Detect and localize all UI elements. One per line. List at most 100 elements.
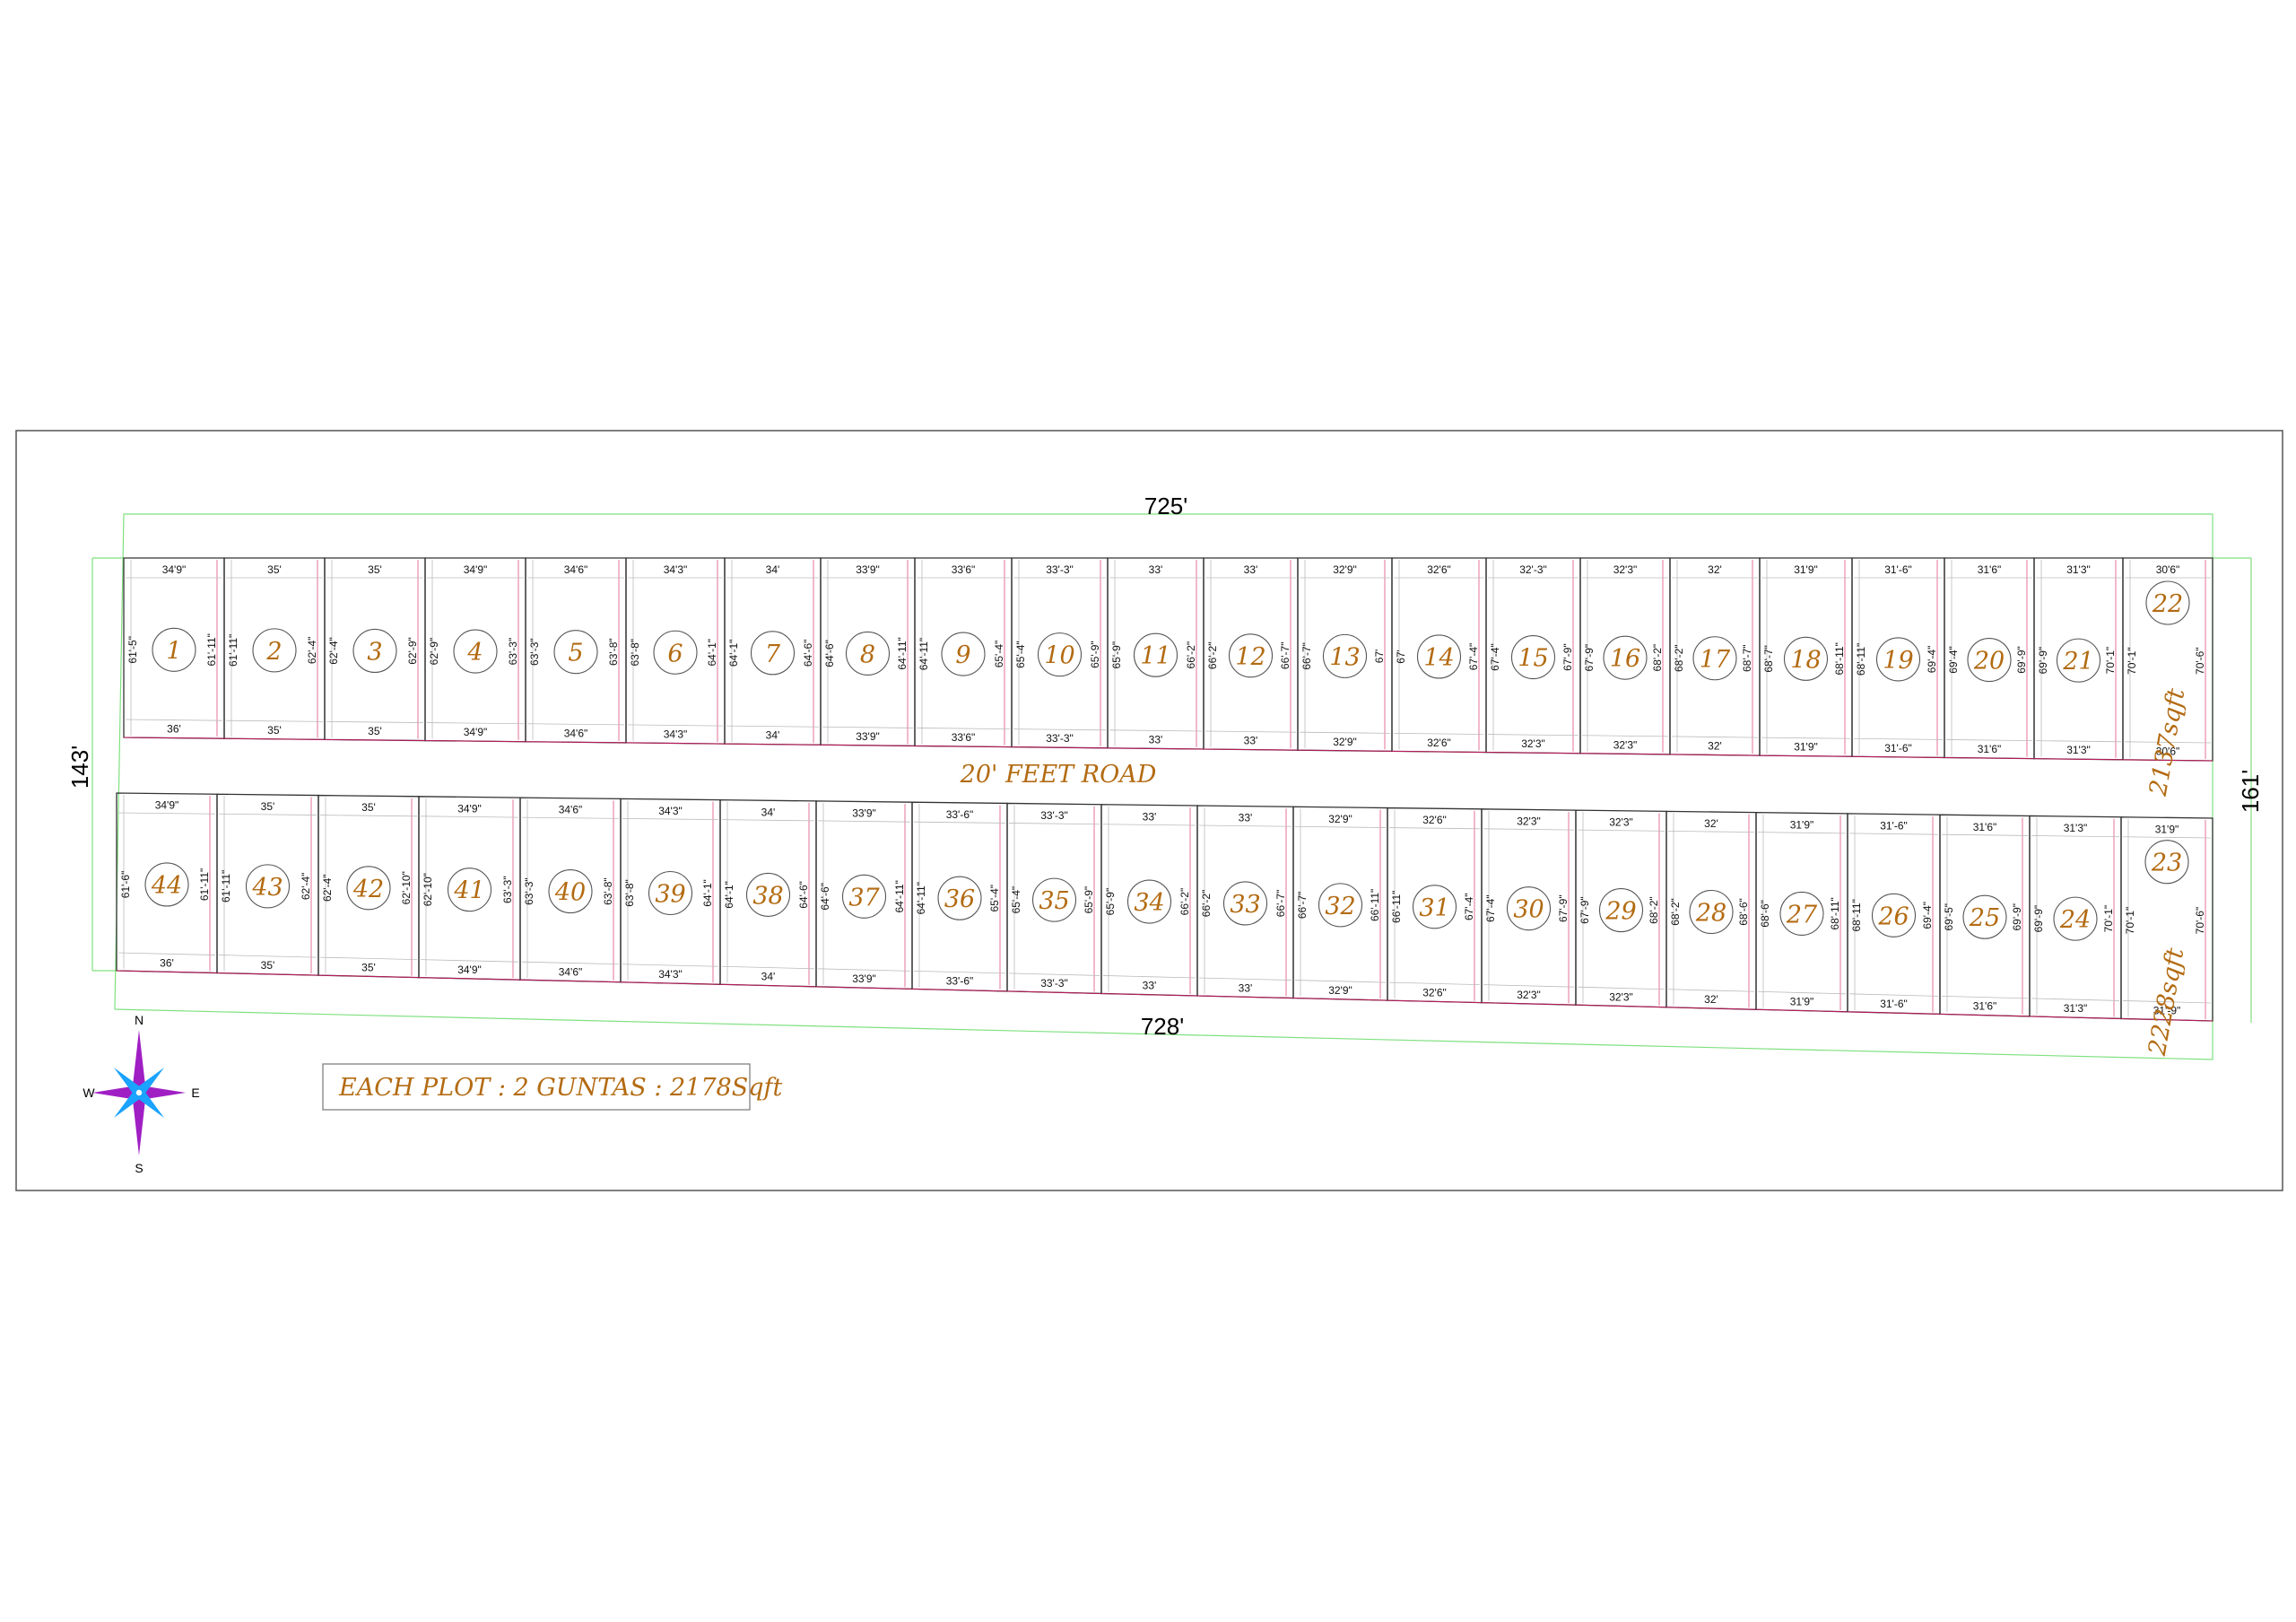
plot-left-dimension: 64'-11" [915,882,927,914]
guide-line [1853,737,1944,740]
plot-bottom-dimension: 32'9" [1328,984,1352,997]
road-edge [1939,1013,2031,1017]
plot-top-dimension: 32'3" [1517,815,1541,827]
road-edge [1006,990,1102,994]
plot-number: 19 [1883,647,1913,675]
total-bottom-dimension: 728' [1141,1013,1184,1040]
guide-line [1848,833,1939,835]
plot-left-dimension: 69'-9" [2032,905,2045,933]
plot-19: 19 31'-6" 31'-6" 68'-11" 69'-4" [1851,557,1945,759]
guide-line [420,815,519,818]
layout-plan: 725' 728' 143' 161' 20' FEET ROAD 1 34'9"… [15,430,2283,1191]
road-edge [1665,1007,1757,1010]
plot-left-dimension: 61'-5" [126,636,139,664]
guide-line [1761,737,1851,739]
road-edge [724,743,822,746]
plot-number: 32 [1325,893,1355,920]
plot-number: 37 [848,884,880,911]
plot-number: 28 [1695,900,1726,928]
plot-bottom-dimension: 32' [1704,993,1718,1006]
road-edge [1485,752,1581,754]
plot-top-dimension: 33'6" [952,563,976,576]
plot-bottom-dimension: 33' [1244,735,1258,747]
plot-number: 44 [151,872,182,900]
plot-number: 26 [1877,903,1909,930]
plot-number: 8 [860,641,875,668]
plot-top-dimension: 31'-6" [1880,820,1908,833]
road-edge [1759,754,1853,757]
road-edge [418,977,521,981]
plot-right-dimension: 64'-6" [802,640,814,667]
plot-left-dimension: 67' [1395,650,1407,664]
plot-top-dimension: 33' [1143,810,1157,823]
plot-left-dimension: 63'-8" [623,879,636,907]
plot-number: 25 [1969,904,2000,932]
compass-e: E [191,1086,199,1100]
plot-right-dimension: 70'-6" [2194,647,2206,675]
plot-right-dimension: 68'-11" [1829,897,1841,929]
plot-top-dimension: 34'6" [559,804,583,816]
plot-bottom-dimension: 32'6" [1427,737,1451,749]
plot-number: 9 [955,641,970,669]
plot-right-dimension: 69'-9" [2011,903,2023,931]
guide-line [1945,739,2033,742]
plot-bottom-dimension: 35' [261,959,275,972]
plot-left-dimension: 64'-1" [727,640,740,667]
guide-line [521,816,620,819]
plot-bottom-dimension: 31'-6" [1880,998,1908,1010]
plot-number: 18 [1790,646,1821,674]
plot-number: 36 [944,885,975,913]
road-edge [1107,747,1205,750]
plot-right-dimension: 68'-11" [1833,642,1846,675]
plot-size-note: EACH PLOT : 2 GUNTAS : 2178Sqft [322,1063,782,1111]
plot-number: 34 [1134,889,1164,917]
plot-right-dimension: 68'-2" [1648,896,1660,924]
plot-bottom-dimension: 33'9" [852,972,876,985]
plot-left-dimension: 69'-5" [1943,903,1955,931]
plot-bottom-dimension: 35' [368,725,382,737]
plot-number: 43 [251,874,283,902]
plot-top-dimension: 33' [1244,563,1258,576]
plot-left-dimension: 69'-4" [1947,646,1960,674]
guide-line [125,719,223,721]
plot-right-dimension: 67'-9" [1561,643,1574,671]
plot-number: 31 [1419,894,1449,922]
road-edge [216,972,319,976]
plot-bottom-dimension: 33'9" [856,730,880,743]
plot-bottom-dimension: 31'3" [2064,1002,2088,1015]
guide-line [1102,824,1196,826]
total-top-dimension: 725' [1144,493,1187,519]
plot-right-dimension: 70'-1" [2104,647,2117,675]
plot-left-dimension: 65'-9" [1110,641,1123,669]
guide-line [1008,823,1100,825]
plot-top-dimension: 34'9" [155,799,179,812]
plot-top-dimension: 34'6" [564,563,588,576]
road-edge [223,737,326,740]
plot-bottom-dimension: 36' [160,956,174,969]
plot-top-dimension: 31'6" [1973,821,1997,833]
plot-top-dimension: 31'-6" [1884,563,1912,576]
plot-left-dimension: 68'-11" [1855,643,1867,676]
plot-top-dimension: 34'9" [464,563,488,576]
plot-bottom-dimension: 33'-3" [1046,732,1074,745]
plot-top-dimension: 34'9" [457,802,482,815]
plot-right-dimension: 63'-8" [607,638,620,666]
plot-top-dimension: 33'9" [852,807,876,820]
guide-line [2122,836,2212,839]
guide-line [817,968,911,972]
plot-number: 10 [1044,642,1074,670]
plot-top-dimension: 34' [766,563,780,576]
plot-bottom-dimension: 33'-6" [946,975,974,988]
plot-top-dimension: 35' [267,563,282,576]
road-edge [1203,748,1299,751]
guide-line [1299,731,1391,734]
guide-line [1577,986,1665,990]
guide-line [817,820,911,823]
plot-number: 23 [2151,850,2182,877]
guide-line [319,815,418,817]
guide-line [426,722,525,725]
plot-number: 7 [765,641,781,668]
plot-left-dimension: 61'-11" [220,870,232,903]
plot-number: 29 [1605,898,1636,926]
guide-line [1013,728,1107,731]
